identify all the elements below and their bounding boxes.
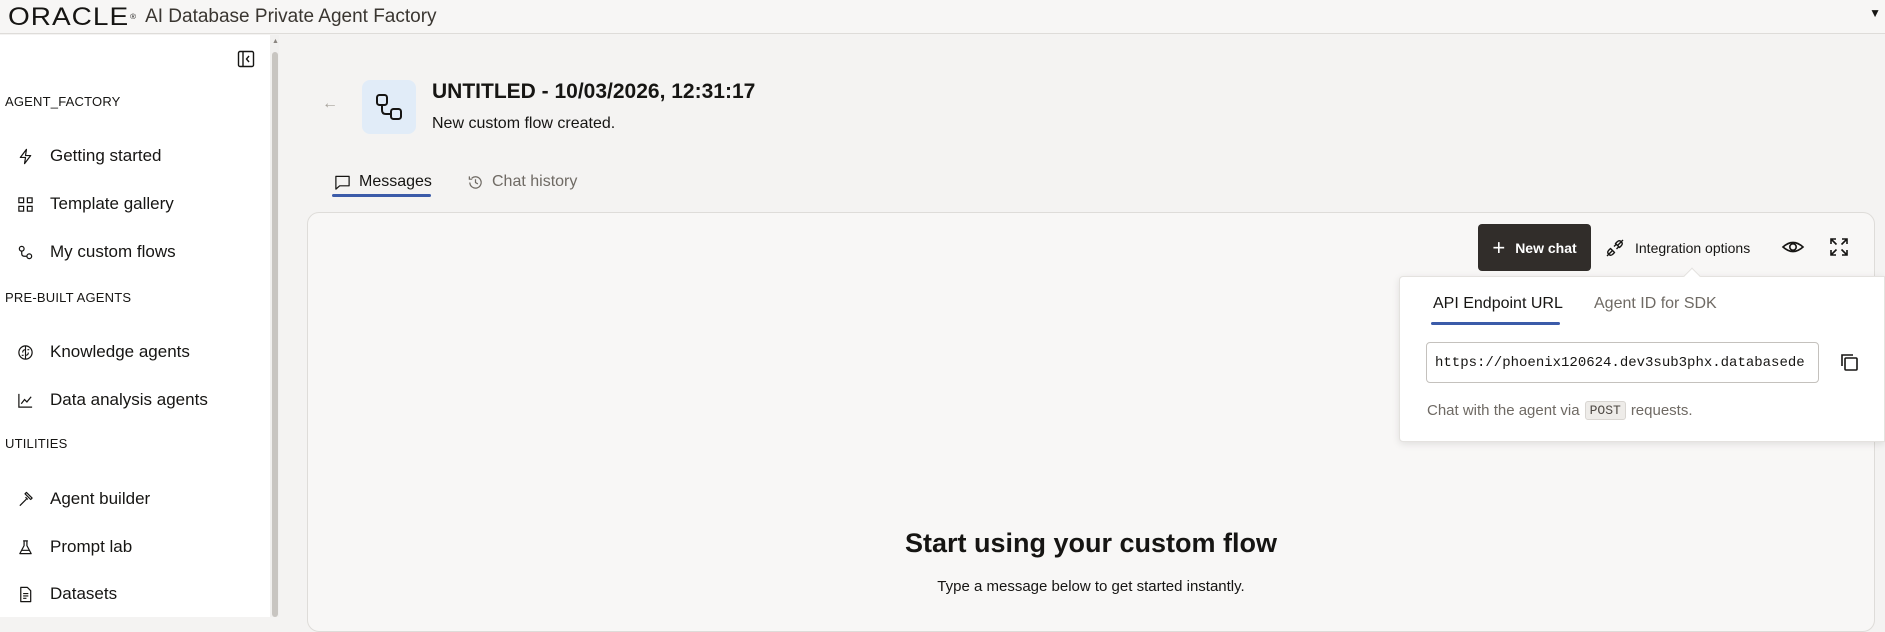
document-icon — [0, 575, 50, 613]
empty-state-subtitle: Type a message below to get started inst… — [937, 578, 1245, 595]
sidebar: AGENT_FACTORY Getting started Template g… — [0, 35, 278, 617]
message-icon — [335, 175, 350, 190]
sidebar-item-agent-builder[interactable]: Agent builder — [0, 480, 270, 518]
sidebar-item-datasets[interactable]: Datasets — [0, 575, 270, 613]
flow-icon — [0, 233, 50, 271]
flask-icon — [0, 528, 50, 566]
new-chat-button[interactable]: + New chat — [1478, 224, 1591, 271]
caret-down-icon[interactable]: ▼ — [1869, 6, 1881, 20]
tab-api-endpoint-url[interactable]: API Endpoint URL — [1433, 295, 1563, 313]
bolt-icon — [0, 137, 50, 175]
tab-label: Chat history — [492, 173, 578, 190]
brain-icon — [0, 333, 50, 371]
help-suffix: requests. — [1630, 402, 1693, 419]
new-chat-label: New chat — [1515, 239, 1577, 256]
grid-icon — [0, 185, 50, 223]
oracle-logo[interactable]: ORACLE® — [8, 2, 138, 31]
post-method-chip: POST — [1584, 401, 1626, 420]
sidebar-item-label: My custom flows — [50, 242, 176, 261]
sidebar-item-label: Prompt lab — [50, 537, 133, 556]
sidebar-item-data-analysis-agents[interactable]: Data analysis agents — [0, 381, 270, 419]
help-prefix: Chat with the agent via — [1427, 402, 1580, 419]
tab-agent-id-for-sdk[interactable]: Agent ID for SDK — [1594, 295, 1717, 313]
section-label-utilities: UTILITIES — [5, 436, 68, 451]
back-arrow-icon[interactable]: ← — [322, 95, 338, 113]
integration-options-label: Integration options — [1635, 240, 1751, 256]
plus-icon: + — [1492, 234, 1506, 260]
top-bar: ORACLE® AI Database Private Agent Factor… — [0, 0, 1885, 34]
plug-icon — [1606, 239, 1624, 257]
tab-label: Messages — [359, 173, 432, 190]
sidebar-item-label: Data analysis agents — [50, 390, 208, 409]
sidebar-item-prompt-lab[interactable]: Prompt lab — [0, 528, 270, 566]
section-label-pre-built-agents: PRE-BUILT AGENTS — [5, 290, 132, 305]
sidebar-item-label: Knowledge agents — [50, 342, 190, 361]
sidebar-item-my-custom-flows[interactable]: My custom flows — [0, 233, 270, 271]
tab-chat-history[interactable]: Chat history — [467, 166, 577, 198]
preview-eye-icon[interactable] — [1780, 236, 1806, 258]
expand-icon[interactable] — [1828, 236, 1850, 258]
sidebar-scroll-thumb[interactable] — [272, 52, 278, 617]
sidebar-item-label: Template gallery — [50, 194, 174, 213]
copy-icon[interactable] — [1838, 351, 1860, 373]
sidebar-item-knowledge-agents[interactable]: Knowledge agents — [0, 333, 270, 371]
sidebar-item-label: Agent builder — [50, 489, 151, 508]
integration-options-button[interactable]: Integration options — [1604, 234, 1750, 262]
app-title: AI Database Private Agent Factory — [145, 5, 437, 27]
active-popover-tab-indicator — [1431, 322, 1560, 325]
endpoint-help-text: Chat with the agent via POST requests. — [1427, 401, 1693, 420]
logo-text: ORACLE — [8, 2, 130, 31]
custom-flow-icon — [362, 80, 416, 134]
sidebar-item-template-gallery[interactable]: Template gallery — [0, 185, 270, 223]
registered-mark: ® — [130, 12, 138, 21]
history-icon — [468, 175, 482, 189]
sidebar-item-label: Getting started — [50, 146, 162, 165]
line-chart-icon — [0, 381, 50, 419]
sidebar-item-label: Datasets — [50, 584, 118, 603]
sidebar-item-getting-started[interactable]: Getting started — [0, 137, 270, 175]
page-title: UNTITLED - 10/03/2026, 12:31:17 — [432, 80, 756, 103]
empty-state-title: Start using your custom flow — [904, 528, 1278, 558]
scroll-up-icon[interactable]: ▲ — [272, 38, 279, 45]
active-tab-indicator — [332, 194, 431, 197]
page-subtitle: New custom flow created. — [432, 115, 616, 132]
collapse-sidebar-icon[interactable] — [236, 49, 256, 69]
section-label-agent-factory: AGENT_FACTORY — [5, 94, 121, 109]
hammer-icon — [0, 480, 50, 518]
endpoint-url-field[interactable]: https://phoenix120624.dev3sub3phx.databa… — [1426, 342, 1819, 383]
